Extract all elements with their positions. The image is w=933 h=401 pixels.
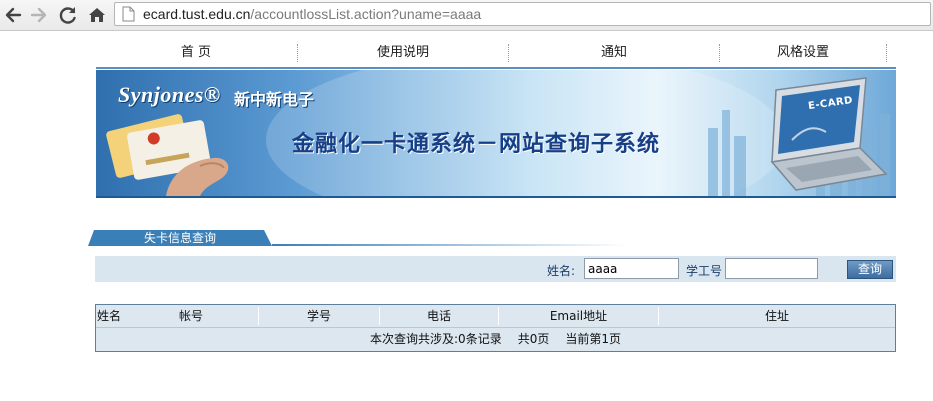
browser-toolbar: ecard.tust.edu.cn/accountlossList.action…: [0, 0, 933, 31]
forward-button[interactable]: [27, 3, 51, 27]
column-header-email: Email地址: [549, 309, 608, 323]
student-id-input[interactable]: [725, 258, 818, 279]
section-header: 失卡信息查询: [88, 230, 628, 246]
student-id-label: 学工号: [686, 264, 723, 278]
menu-notice[interactable]: 通知: [509, 43, 719, 63]
url-text: ecard.tust.edu.cn/accountlossList.action…: [143, 6, 481, 22]
address-bar[interactable]: ecard.tust.edu.cn/accountlossList.action…: [114, 2, 931, 26]
table-header-row: 姓名 帐号 学号 电话 Email地址 住址: [96, 305, 895, 328]
back-button[interactable]: [1, 3, 25, 27]
home-icon: [89, 8, 105, 22]
results-summary: 本次查询共涉及:0条记录 共0页 当前第1页: [96, 328, 895, 350]
page-icon: [122, 6, 135, 22]
menu-separator: [886, 44, 887, 62]
header-banner: Synjones® 新中新电子 金融化一卡通系统－网站查询子系统 E-CARD: [96, 70, 896, 198]
reload-icon: [59, 7, 76, 24]
card-hand-illustration: [106, 114, 229, 196]
column-header-account: 帐号: [178, 309, 203, 323]
column-header-phone: 电话: [426, 309, 451, 323]
column-header-address: 住址: [764, 309, 789, 323]
query-button[interactable]: 查询: [847, 260, 893, 279]
current-page: 当前第1页: [565, 332, 621, 346]
column-header-student-no: 学号: [306, 309, 331, 323]
name-label: 姓名:: [547, 264, 576, 278]
record-count: 本次查询共涉及:0条记录: [370, 332, 502, 346]
reload-button[interactable]: [56, 3, 80, 27]
brand-logo: Synjones®: [118, 82, 221, 107]
url-path: /accountlossList.action?uname=aaaa: [250, 6, 482, 22]
menu-home[interactable]: 首 页: [96, 43, 296, 63]
search-panel: 姓名: 学工号 查询: [95, 256, 896, 282]
brand-chinese-name: 新中新电子: [234, 90, 315, 109]
back-arrow-icon: [5, 7, 22, 23]
forward-arrow-icon: [30, 7, 47, 23]
section-underline: [272, 244, 628, 246]
home-button[interactable]: [85, 3, 109, 27]
banner-title: 金融化一卡通系统－网站查询子系统: [292, 132, 661, 157]
menu-instructions[interactable]: 使用说明: [298, 43, 508, 63]
results-table: 姓名 帐号 学号 电话 Email地址 住址 本次查询共涉及:0条记录 共0页 当前…: [95, 304, 896, 352]
page-count: 共0页: [517, 332, 550, 346]
menu-style-settings[interactable]: 风格设置: [720, 43, 886, 63]
name-input[interactable]: [584, 258, 679, 279]
column-header-name: 姓名: [97, 309, 122, 323]
top-menu: 首 页 使用说明 通知 风格设置: [96, 41, 896, 69]
section-title: 失卡信息查询: [143, 231, 216, 245]
url-host: ecard.tust.edu.cn: [143, 6, 251, 22]
